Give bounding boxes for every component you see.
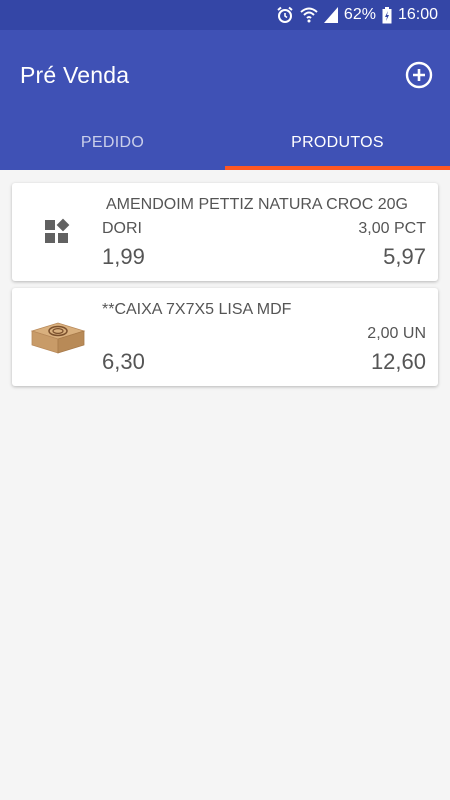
tab-label: PRODUTOS [291,133,384,151]
add-circle-icon [405,61,433,94]
product-card[interactable]: **CAIXA 7X7X5 LISA MDF 2,00 UN 6,30 12,6… [12,288,438,386]
add-button[interactable] [403,61,435,93]
signal-icon [323,7,338,23]
battery-icon [382,6,392,24]
product-name: **CAIXA 7X7X5 LISA MDF [102,301,292,318]
page-title: Pré Venda [20,62,130,88]
product-quantity: 3,00 PCT [358,220,426,237]
product-total: 5,97 [383,244,426,269]
product-quantity: 2,00 UN [367,325,426,342]
tab-pedido[interactable]: PEDIDO [0,115,225,170]
tab-produtos[interactable]: PRODUTOS [225,115,450,170]
alarm-icon [276,6,294,24]
product-list: AMENDOIM PETTIZ NATURA CROC 20G DORI 3,0… [0,170,450,800]
wifi-icon [300,7,318,23]
wooden-box-image [28,306,88,368]
product-unit-price: 6,30 [102,349,145,374]
product-total: 12,60 [370,349,426,374]
tab-bar: PEDIDO PRODUTOS [0,115,450,170]
product-unit-price: 1,99 [102,244,145,269]
product-card[interactable]: AMENDOIM PETTIZ NATURA CROC 20G DORI 3,0… [12,183,438,281]
clock: 16:00 [397,6,438,23]
app-bar: Pré Venda PEDIDO PRODUTOS [0,30,450,170]
product-placeholder-icon [26,201,88,263]
status-bar: 62% 16:00 [0,0,450,30]
product-brand: DORI [102,220,142,237]
product-name: AMENDOIM PETTIZ NATURA CROC 20G [106,196,408,213]
tab-label: PEDIDO [80,133,145,151]
battery-percent: 62% [343,6,376,23]
